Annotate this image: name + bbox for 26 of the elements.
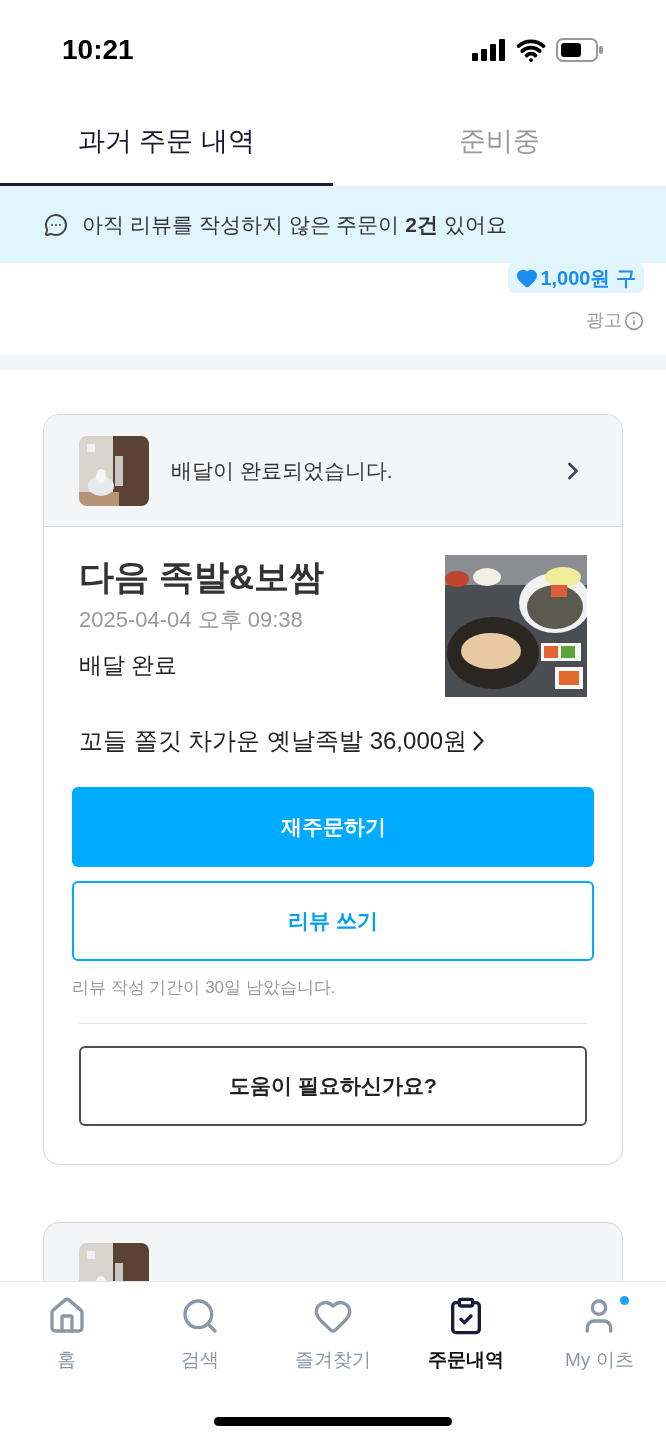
order-datetime: 2025-04-04 오후 09:38 bbox=[79, 605, 304, 634]
status-time: 10:21 bbox=[62, 33, 134, 67]
chevron-right-icon bbox=[473, 731, 485, 751]
write-review-button[interactable]: 리뷰 쓰기 bbox=[72, 881, 594, 961]
order-status: 배달 완료 bbox=[79, 650, 179, 680]
delivery-status-bar[interactable]: 배달이 완료되었습니다. bbox=[44, 415, 622, 527]
nav-tab[interactable]: 검색 bbox=[139, 1296, 260, 1375]
nav-tab[interactable]: 홈 bbox=[6, 1296, 127, 1375]
chat-bubble-icon bbox=[44, 213, 68, 237]
help-button[interactable]: 도움이 필요하신가요? bbox=[79, 1045, 587, 1126]
info-icon[interactable] bbox=[624, 310, 644, 331]
nav-tab[interactable]: 주문내역 bbox=[406, 1296, 527, 1375]
order-items-link[interactable]: 꼬들 쫄깃 차가운 옛날족발 36,000원 bbox=[72, 723, 594, 759]
heart-icon bbox=[516, 267, 539, 289]
reorder-button[interactable]: 재주문하기 bbox=[72, 787, 594, 867]
delivery-message: 배달이 완료되었습니다. bbox=[171, 457, 394, 484]
review-period-note: 리뷰 작성 기간이 30일 남았습니다. bbox=[72, 977, 337, 999]
tab[interactable]: 준비중 bbox=[333, 100, 666, 186]
coupon-tag[interactable]: 1,000원 구 bbox=[508, 263, 644, 293]
nav-tab[interactable]: My 이츠 bbox=[539, 1296, 660, 1375]
nav-tab[interactable]: 즐겨찾기 bbox=[272, 1296, 393, 1375]
battery-icon bbox=[556, 38, 604, 62]
notice-text: 아직 리뷰를 작성하지 않은 주문이 2건 있어요 bbox=[82, 212, 507, 239]
signal-icon bbox=[472, 39, 506, 61]
store-name: 다음 족발&보쌈 bbox=[79, 556, 324, 598]
ad-label: 광고 bbox=[586, 309, 622, 332]
